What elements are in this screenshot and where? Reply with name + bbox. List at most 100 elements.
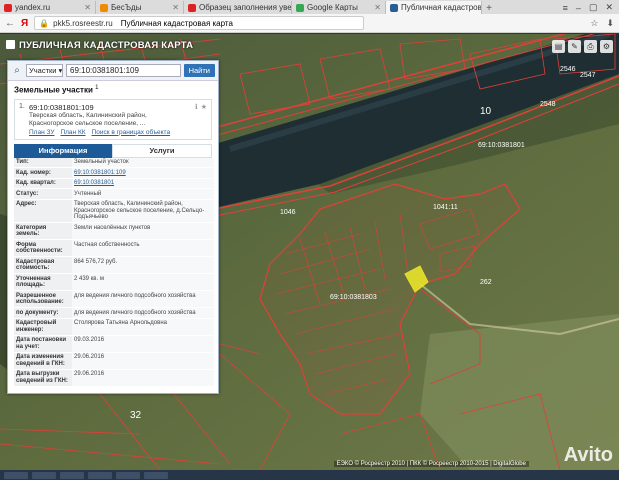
attribute-key: Уточненная площадь:: [14, 273, 72, 292]
yandex-logo-icon[interactable]: Я: [21, 18, 28, 29]
attribute-key: Разрешенное использование:: [14, 290, 72, 309]
new-tab-button[interactable]: +: [482, 3, 496, 14]
result-cadastral-id[interactable]: 69:10:0381801:109: [29, 103, 207, 112]
search-in-bounds-link[interactable]: Поиск в границах объекта: [92, 129, 171, 136]
url-field[interactable]: 🔒 pkk5.rosreestr.ru Публичная кадастрова…: [34, 16, 365, 30]
tab-label: БесЪды: [111, 3, 142, 12]
browser-tab-active[interactable]: Публичная кадастровая ✕: [386, 1, 482, 14]
rosreestr-emblem-icon: [6, 39, 15, 49]
attribute-row: Кадастровая стоимость: 864 576,72 руб.: [14, 256, 214, 275]
map-label: 2546: [560, 66, 576, 73]
attribute-key: Дата постановки на учет:: [14, 335, 72, 353]
attribute-value: Земли населённых пунктов: [72, 222, 214, 241]
attribute-key: Тип:: [14, 157, 72, 169]
result-address-line: Красногорское сельское поселение, ...: [29, 119, 146, 127]
attribute-key: Статус:: [14, 188, 72, 200]
find-button[interactable]: Найти: [183, 64, 215, 77]
lock-icon: 🔒: [39, 18, 50, 28]
taskbar-item[interactable]: [88, 471, 112, 479]
search-icon[interactable]: ⌕: [11, 64, 23, 77]
attribute-key: Дата выгрузки сведений из ГКН:: [14, 369, 72, 387]
taskbar-item[interactable]: [60, 471, 84, 479]
address-bar: ← Я 🔒 pkk5.rosreestr.ru Публичная кадаст…: [0, 14, 619, 33]
info-icon[interactable]: ℹ: [195, 103, 198, 111]
close-tab-icon[interactable]: ✕: [374, 3, 381, 12]
plan-kk-link[interactable]: План КК: [60, 129, 85, 136]
result-address-line: Тверская область, Калининский район,: [29, 111, 147, 119]
chevron-down-icon: ▾: [58, 66, 63, 75]
site-title-text: ПУБЛИЧНАЯ КАДАСТРОВАЯ КАРТА: [19, 39, 194, 51]
result-item[interactable]: 1. 69:10:0381801:109 Тверская область, К…: [14, 98, 212, 140]
tab-label: Образец заполнения увед: [199, 3, 292, 12]
browser-tab[interactable]: yandex.ru ✕: [0, 1, 96, 14]
menu-icon[interactable]: ≡: [563, 3, 568, 13]
print-icon[interactable]: ⎙: [584, 40, 597, 53]
downloads-icon[interactable]: ⬇: [606, 18, 614, 29]
map-label: 32: [130, 410, 142, 421]
favorite-star-icon[interactable]: ★: [201, 103, 207, 111]
attribute-value: Столярова Татьяна Арнольдовна: [72, 318, 214, 336]
browser-tab[interactable]: Образец заполнения увед ✕: [184, 1, 292, 14]
object-type-select[interactable]: Участки ▾: [26, 64, 63, 77]
attribute-row: Уточненная площадь: 2 439 кв. м: [14, 273, 214, 292]
besedy-favicon-icon: [100, 3, 108, 12]
attribute-value[interactable]: 69:10:0381801:109: [72, 167, 214, 179]
attribute-key: Категория земель:: [14, 222, 72, 241]
map-label: 10: [480, 106, 492, 117]
back-arrow-icon[interactable]: ←: [5, 18, 15, 29]
taskbar-item[interactable]: [32, 471, 56, 479]
minimize-icon[interactable]: –: [576, 3, 581, 13]
attribute-value: Тверская область, Калининский район, Кра…: [72, 199, 214, 224]
result-number: 1.: [19, 102, 25, 110]
browser-tab-bar: yandex.ru ✕ БесЪды ✕ Образец заполнения …: [0, 0, 619, 14]
window-controls: ≡ – ▢ ✕: [557, 1, 619, 14]
maximize-icon[interactable]: ▢: [589, 2, 598, 13]
layers-icon[interactable]: ▤: [552, 40, 565, 53]
search-row: ⌕ Участки ▾ 69:10:0381801:109 Найти: [8, 61, 218, 81]
attribute-key: Адрес:: [14, 199, 72, 224]
attribute-key: Кадастровая стоимость:: [14, 256, 72, 275]
taskbar-item[interactable]: [4, 471, 28, 479]
tab-label: Публичная кадастровая: [401, 3, 482, 12]
attribute-value: 864 576,72 руб.: [72, 256, 214, 275]
attribute-row: Кад. квартал: 69:10:0381801: [14, 178, 214, 190]
result-actions: ℹ ★: [195, 103, 207, 111]
avito-watermark: Avito: [563, 444, 613, 466]
map-label: 69:10:0381801: [478, 142, 525, 149]
attribute-value[interactable]: 69:10:0381801: [72, 178, 214, 190]
attribute-row: Тип: Земельный участок: [14, 157, 214, 169]
google-maps-favicon-icon: [296, 3, 304, 12]
attribute-row: Статус: Учтенный: [14, 188, 214, 200]
results-heading: Земельные участки 1: [8, 81, 218, 99]
map-label: 2548: [540, 101, 556, 108]
attribute-key: Кадастровый инженер:: [14, 318, 72, 336]
search-input[interactable]: 69:10:0381801:109: [66, 64, 181, 77]
attribute-value: 2 439 кв. м: [72, 273, 214, 292]
map-label: 69:10:0381803: [330, 294, 377, 301]
attribute-row: Дата выгрузки сведений из ГКН: 29.06.2016: [14, 369, 214, 387]
measure-icon[interactable]: ✎: [568, 40, 581, 53]
plan-zu-link[interactable]: План ЗУ: [29, 129, 54, 136]
address-bar-tools: ☆ ⬇: [590, 18, 614, 29]
attribute-row: Дата постановки на учет: 09.03.2016: [14, 335, 214, 353]
close-tab-icon[interactable]: ✕: [172, 3, 179, 12]
bookmark-star-icon[interactable]: ☆: [590, 18, 598, 29]
map-label: 2547: [580, 72, 596, 79]
attribute-value: 29.06.2016: [72, 369, 214, 387]
attributes-table: Тип: Земельный участок Кад. номер: 69:10:03…: [14, 157, 214, 387]
taskbar-item[interactable]: [144, 471, 168, 479]
tab-label: yandex.ru: [15, 3, 51, 12]
close-window-icon[interactable]: ✕: [605, 2, 613, 13]
browser-tab[interactable]: БесЪды ✕: [96, 1, 184, 14]
settings-icon[interactable]: ⚙: [600, 40, 613, 53]
results-heading-text: Земельные участки: [14, 85, 93, 95]
taskbar-item[interactable]: [116, 471, 140, 479]
tab-services[interactable]: Услуги: [112, 143, 212, 158]
attribute-key: Кад. номер:: [14, 167, 72, 179]
close-tab-icon[interactable]: ✕: [84, 3, 91, 12]
map-label: 1046: [280, 209, 296, 216]
tab-information[interactable]: Информация: [14, 143, 112, 158]
browser-tab[interactable]: Google Карты ✕: [292, 1, 386, 14]
attribute-row: Кад. номер: 69:10:0381801:109: [14, 167, 214, 179]
attribute-key: Форма собственности:: [14, 239, 72, 258]
